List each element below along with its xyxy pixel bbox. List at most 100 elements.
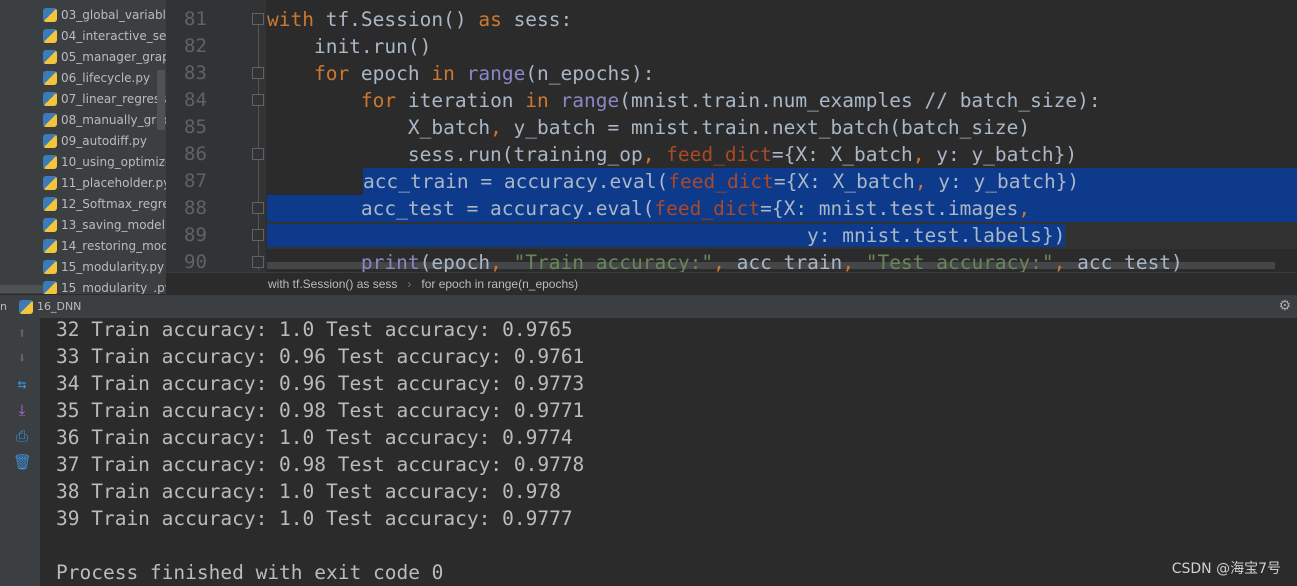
- file-item[interactable]: 11_placeholder.py: [43, 172, 166, 193]
- code-token: range: [466, 62, 526, 85]
- code-line[interactable]: y: mnist.test.labels}): [267, 222, 1297, 249]
- code-token: ,: [642, 143, 667, 166]
- file-name: 07_linear_regressio: [61, 91, 166, 106]
- gear-icon[interactable]: ⚙: [1278, 298, 1291, 314]
- scroll-to-end-icon[interactable]: ⤓: [13, 401, 31, 419]
- console-output[interactable]: 32 Train accuracy: 1.0 Test accuracy: 0.…: [40, 318, 1297, 586]
- code-token: X_batch: [267, 116, 491, 139]
- console-line: 37 Train accuracy: 0.98 Test accuracy: 0…: [56, 453, 585, 476]
- run-config-tab[interactable]: 16_DNN: [37, 300, 81, 313]
- code-token: "Test accuracy:": [865, 251, 1054, 272]
- fold-marker-icon[interactable]: [252, 148, 264, 160]
- code-token: ,: [842, 251, 866, 272]
- file-name: 11_placeholder.py: [61, 175, 166, 190]
- vertical-scrollbar[interactable]: [157, 70, 165, 130]
- file-item[interactable]: 03_global_variable: [43, 4, 166, 25]
- python-file-icon: [43, 70, 57, 85]
- code-token: (epoch: [419, 251, 491, 272]
- arrow-down-icon[interactable]: ⬇: [13, 349, 31, 367]
- python-icon: [18, 299, 33, 314]
- code-token: epoch: [360, 62, 432, 85]
- code-token: ={X: mnist.test.images: [760, 197, 1019, 220]
- code-line[interactable]: X_batch, y_batch = mnist.train.next_batc…: [267, 114, 1297, 141]
- code-token: feed_dict: [654, 197, 761, 220]
- line-number: 82: [184, 35, 207, 57]
- console-line: Process finished with exit code 0: [56, 561, 444, 584]
- file-item[interactable]: 12_Softmax_regres: [43, 193, 166, 214]
- file-item[interactable]: 14_restoring_mode: [43, 235, 166, 256]
- code-line[interactable]: init.run(): [267, 33, 1297, 60]
- line-number: 90: [184, 251, 207, 272]
- python-file-icon: [43, 175, 57, 190]
- breadcrumb-item[interactable]: with tf.Session() as sess: [268, 277, 397, 291]
- breadcrumb-item[interactable]: for epoch in range(n_epochs): [421, 277, 578, 291]
- console-line: 36 Train accuracy: 1.0 Test accuracy: 0.…: [56, 426, 573, 449]
- python-file-icon: [43, 154, 57, 169]
- code-token: init.run(): [267, 35, 432, 58]
- code-token: ,: [1053, 251, 1078, 272]
- file-name: 08_manually_gradi: [61, 112, 166, 127]
- code-line[interactable]: with tf.Session() as sess:: [267, 6, 1297, 33]
- python-file-icon: [43, 133, 57, 148]
- code-token: ,: [490, 251, 514, 272]
- line-number: 81: [184, 8, 207, 30]
- file-item[interactable]: 13_saving_model.p: [43, 214, 166, 235]
- code-line[interactable]: print(epoch, "Train accuracy:", acc_trai…: [267, 249, 1297, 272]
- file-name: 10_using_optimize: [61, 154, 166, 169]
- python-file-icon: [43, 7, 57, 22]
- fold-marker-icon[interactable]: [252, 256, 264, 268]
- python-file-icon: [43, 112, 57, 127]
- file-item[interactable]: 09_autodiff.py: [43, 130, 147, 151]
- file-item[interactable]: 05_manager_grapl: [43, 46, 166, 67]
- file-name: 04_interactive_sess: [61, 28, 166, 43]
- code-token: in: [431, 62, 467, 85]
- code-line[interactable]: sess.run(training_op, feed_dict={X: X_ba…: [267, 141, 1297, 168]
- code-line[interactable]: acc_test = accuracy.eval(feed_dict={X: m…: [267, 195, 1297, 222]
- trash-icon[interactable]: 🗑: [13, 453, 32, 471]
- horizontal-scrollbar[interactable]: [0, 285, 43, 293]
- print-icon[interactable]: ⎙: [13, 427, 31, 445]
- file-name: 15_modularity_.py: [61, 280, 166, 295]
- code-token: tf.Session(): [325, 8, 479, 31]
- fold-marker-icon[interactable]: [252, 67, 264, 79]
- file-name: 12_Softmax_regres: [61, 196, 166, 211]
- line-number: 85: [184, 116, 207, 138]
- file-item[interactable]: 04_interactive_sess: [43, 25, 166, 46]
- fold-marker-icon[interactable]: [252, 229, 264, 241]
- watermark: CSDN @海宝7号: [1171, 561, 1281, 577]
- file-item[interactable]: 15_modularity_.py: [43, 277, 166, 294]
- code-token: y_batch = mnist.train.next_batch(batch_s…: [513, 116, 1031, 139]
- file-item[interactable]: 06_lifecycle.py: [43, 67, 150, 88]
- fold-marker-icon[interactable]: [252, 94, 264, 106]
- code-line[interactable]: acc_train = accuracy.eval(feed_dict={X: …: [363, 168, 1297, 195]
- console-toolbar: ⬆ ⬇ ⇆ ⤓ ⎙ 🗑: [0, 318, 40, 586]
- console-line: 38 Train accuracy: 1.0 Test accuracy: 0.…: [56, 480, 561, 503]
- chevron-right-icon: ›: [407, 276, 412, 291]
- code-token: for: [267, 89, 408, 112]
- python-file-icon: [43, 238, 57, 253]
- arrow-up-icon[interactable]: ⬆: [13, 324, 31, 342]
- python-file-icon: [43, 49, 57, 64]
- file-item[interactable]: 08_manually_gradi: [43, 109, 166, 130]
- python-file-icon: [43, 196, 57, 211]
- file-item[interactable]: 10_using_optimize: [43, 151, 166, 172]
- code-token: y: mnist.test.labels}): [267, 224, 1066, 247]
- code-token: range: [560, 89, 620, 112]
- code-token: acc_test = accuracy.eval(: [267, 197, 655, 220]
- fold-marker-icon[interactable]: [252, 13, 264, 25]
- code-token: (n_epochs):: [525, 62, 655, 85]
- fold-marker-icon[interactable]: [252, 202, 264, 214]
- file-item[interactable]: 07_linear_regressio: [43, 88, 166, 109]
- code-token: print: [267, 251, 420, 272]
- soft-wrap-icon[interactable]: ⇆: [13, 375, 31, 393]
- code-token: ,: [490, 116, 514, 139]
- file-name: 15_modularity.py: [61, 259, 165, 274]
- file-item[interactable]: 15_modularity.py: [43, 256, 164, 277]
- project-tree: 03_global_variable 04_interactive_sess 05_…: [0, 0, 166, 294]
- code-line[interactable]: for iteration in range(mnist.train.num_e…: [267, 87, 1297, 114]
- code-line[interactable]: for epoch in range(n_epochs):: [267, 60, 1297, 87]
- code-token: for: [267, 62, 361, 85]
- code-editor[interactable]: 81 82 83 84 85 86 87 88 89 90 with tf.Session() a…: [166, 0, 1297, 272]
- code-token: feed_dict: [666, 143, 772, 166]
- line-number: 83: [184, 62, 207, 84]
